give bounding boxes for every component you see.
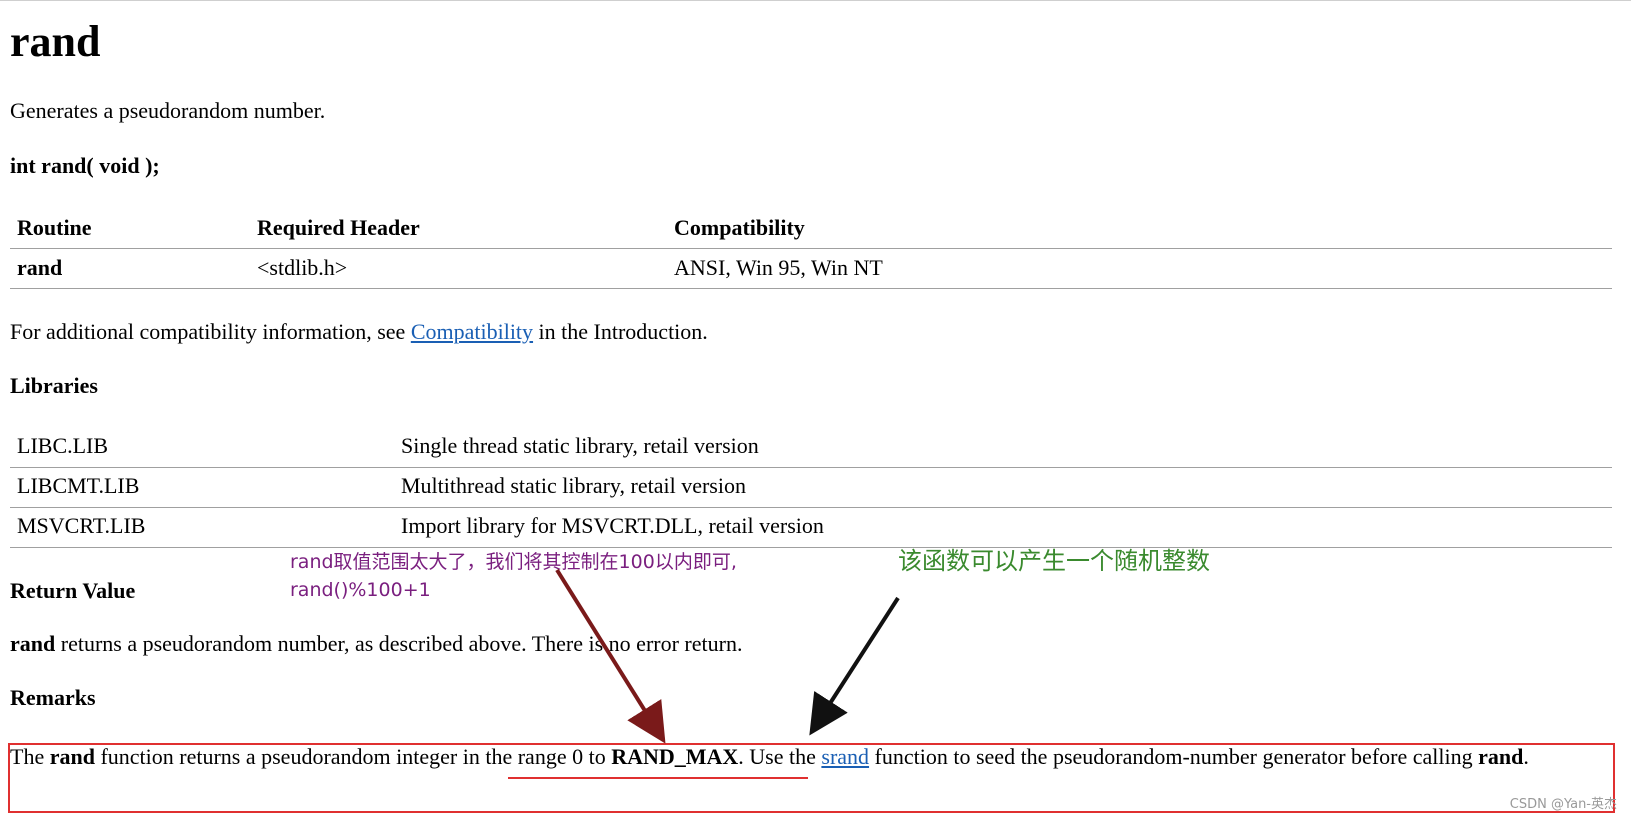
function-prototype: int rand( void ); — [10, 153, 160, 178]
rand-keyword: rand — [10, 631, 56, 656]
table-divider — [10, 507, 1612, 508]
remarks-heading: Remarks — [10, 685, 96, 710]
table-header-routine: Routine — [17, 215, 92, 240]
compat-text-before: For additional compatibility information… — [10, 319, 411, 344]
return-value-description: returns a pseudorandom number, as descri… — [55, 631, 743, 656]
return-value-text: rand returns a pseudorandom number, as d… — [10, 630, 742, 658]
annotation-range-note: rand取值范围太大了，我们将其控制在100以内即可, — [290, 551, 737, 573]
table-divider — [10, 467, 1612, 468]
function-description: Generates a pseudorandom number. — [10, 98, 326, 123]
table-cell-compatibility: ANSI, Win 95, Win NT — [674, 255, 883, 280]
library-name: MSVCRT.LIB — [17, 513, 146, 538]
table-cell-header: <stdlib.h> — [257, 255, 348, 280]
annotation-random-integer: 该函数可以产生一个随机整数 — [898, 547, 1210, 575]
compatibility-note: For additional compatibility information… — [10, 318, 708, 346]
annotation-range-formula: rand()%100+1 — [290, 579, 431, 601]
library-name: LIBC.LIB — [17, 433, 109, 458]
table-divider — [10, 248, 1612, 249]
highlight-underline — [508, 777, 808, 779]
top-border — [0, 0, 1631, 1]
table-header-compatibility: Compatibility — [674, 215, 805, 240]
compat-text-after: in the Introduction. — [533, 319, 708, 344]
library-description: Import library for MSVCRT.DLL, retail ve… — [401, 513, 824, 538]
black-arrow — [809, 596, 900, 736]
table-divider — [10, 547, 1612, 548]
table-cell-routine: rand — [17, 255, 63, 280]
table-header-required-header: Required Header — [257, 215, 420, 240]
watermark: CSDN @Yan-英杰 — [1509, 797, 1617, 812]
library-name: LIBCMT.LIB — [17, 473, 140, 498]
library-description: Multithread static library, retail versi… — [401, 473, 746, 498]
return-value-heading: Return Value — [10, 578, 136, 603]
table-divider — [10, 288, 1612, 289]
library-description: Single thread static library, retail ver… — [401, 433, 759, 458]
libraries-heading: Libraries — [10, 373, 98, 398]
page-title: rand — [10, 17, 101, 66]
highlight-box — [8, 743, 1615, 813]
compatibility-link[interactable]: Compatibility — [411, 319, 533, 344]
